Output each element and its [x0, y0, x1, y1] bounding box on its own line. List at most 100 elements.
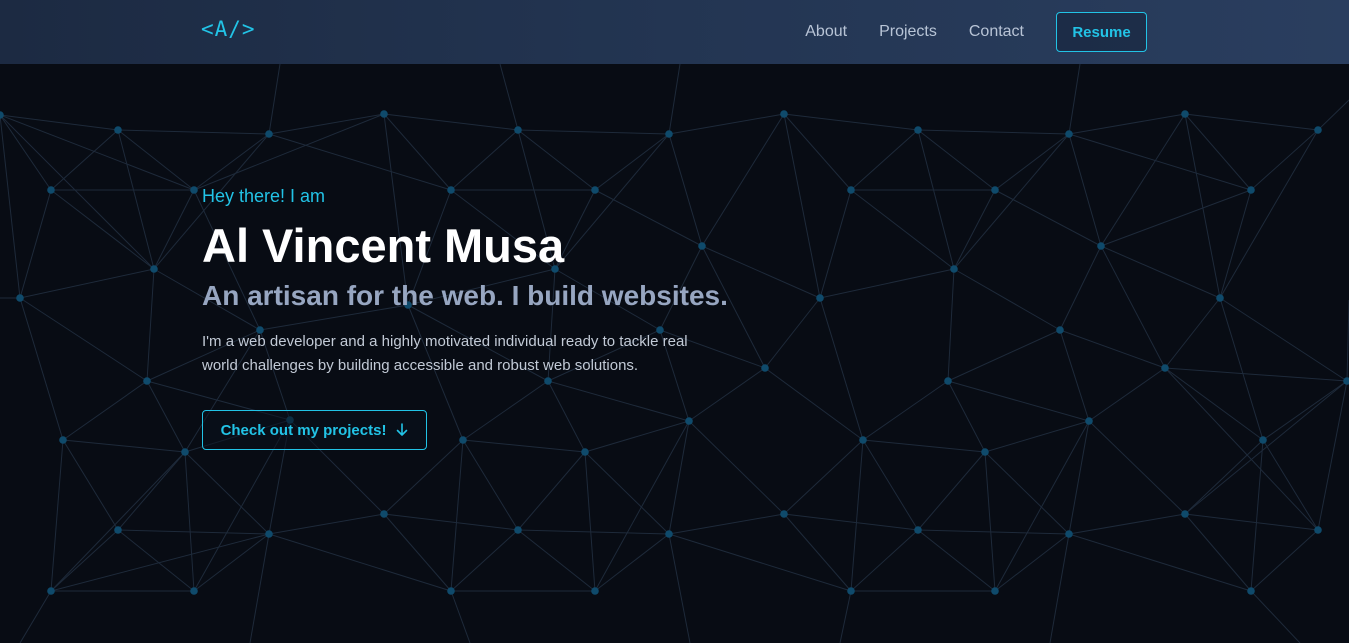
network-node: [914, 526, 922, 534]
check-projects-button[interactable]: Check out my projects!: [202, 410, 427, 450]
resume-button[interactable]: Resume: [1056, 12, 1147, 52]
network-link: [984, 451, 1070, 535]
network-link: [1068, 113, 1186, 135]
logo[interactable]: <A/>: [201, 17, 256, 41]
network-link: [984, 420, 1090, 453]
network-link: [1068, 63, 1081, 135]
network-link: [50, 451, 186, 592]
network-link: [19, 189, 52, 299]
network-node: [914, 126, 922, 134]
network-node: [380, 110, 388, 118]
network-link: [1184, 113, 1252, 191]
network-node: [665, 530, 673, 538]
network-link: [1100, 113, 1186, 247]
network-link: [1184, 113, 1319, 131]
hero-name: Al Vincent Musa: [202, 219, 565, 272]
network-link: [117, 129, 270, 135]
network-link: [1164, 367, 1348, 382]
nav-link-projects[interactable]: Projects: [879, 23, 937, 41]
network-link: [117, 451, 186, 531]
network-link: [947, 329, 1061, 382]
network-node: [1065, 130, 1073, 138]
network-node: [47, 587, 55, 595]
network-link: [268, 513, 385, 535]
network-node: [16, 294, 24, 302]
network-link: [1317, 380, 1348, 531]
network-link: [947, 268, 955, 382]
network-link: [862, 380, 949, 441]
hero-intro: I'm a web developer and a highly motivat…: [202, 333, 688, 374]
network-link: [1219, 189, 1252, 299]
network-link: [517, 529, 596, 592]
network-link: [1164, 367, 1264, 441]
network-link: [819, 297, 864, 441]
network-link: [1068, 133, 1252, 191]
network-link: [62, 439, 186, 453]
network-link: [450, 439, 464, 592]
network-node: [514, 526, 522, 534]
network-link: [764, 297, 821, 369]
network-link: [1059, 329, 1090, 422]
network-link: [1184, 513, 1319, 531]
network-link: [1184, 439, 1264, 515]
network-node: [265, 530, 273, 538]
network-node: [816, 294, 824, 302]
network-node: [1181, 110, 1189, 118]
network-link: [450, 529, 519, 592]
network-link: [783, 513, 852, 592]
network-link: [499, 63, 519, 131]
network-link: [1317, 99, 1349, 131]
network-link: [268, 533, 452, 592]
network-link: [1219, 297, 1348, 382]
network-link: [584, 451, 596, 592]
network-node: [944, 377, 952, 385]
network-link: [850, 439, 864, 592]
network-link: [1250, 590, 1301, 643]
network-node: [591, 587, 599, 595]
network-link: [193, 533, 270, 592]
network-node: [780, 510, 788, 518]
network-node: [847, 587, 855, 595]
network-link: [783, 113, 852, 191]
network-link: [1059, 329, 1166, 369]
network-node: [59, 436, 67, 444]
network-link: [0, 114, 195, 191]
network-link: [50, 533, 270, 592]
network-node: [859, 436, 867, 444]
hero-tagline: An artisan for the web. I build websites…: [202, 280, 728, 311]
network-link: [1068, 513, 1186, 535]
network-link: [193, 113, 385, 191]
network-link: [917, 451, 986, 531]
network-link: [783, 439, 864, 515]
network-link: [917, 529, 1070, 535]
network-link: [994, 420, 1090, 592]
network-link: [450, 590, 471, 643]
network-link: [1184, 113, 1221, 299]
network-link: [594, 533, 670, 592]
network-link: [50, 439, 64, 592]
network-node: [1161, 364, 1169, 372]
network-link: [668, 63, 681, 135]
network-link: [383, 113, 452, 191]
nav-link-about[interactable]: About: [805, 23, 847, 41]
network-link: [1059, 245, 1102, 331]
network-node: [1247, 186, 1255, 194]
navbar: <A/> About Projects Contact Resume: [0, 0, 1349, 64]
network-link: [850, 529, 919, 592]
network-link: [1262, 380, 1348, 441]
network-link: [0, 114, 155, 270]
network-node: [991, 186, 999, 194]
network-link: [1068, 133, 1102, 247]
network-link: [917, 529, 996, 592]
network-link: [117, 129, 195, 191]
network-link: [1100, 189, 1252, 247]
nav-link-contact[interactable]: Contact: [969, 23, 1024, 41]
network-link: [862, 439, 986, 453]
network-link: [450, 129, 519, 191]
network-node: [1097, 242, 1105, 250]
network-link: [462, 439, 519, 531]
network-link: [1088, 420, 1186, 515]
network-link: [764, 367, 864, 441]
network-link: [668, 513, 785, 535]
network-link: [1164, 367, 1319, 531]
